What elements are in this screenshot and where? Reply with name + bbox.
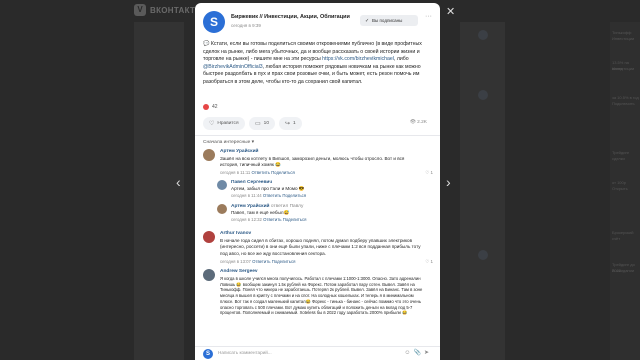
avatar[interactable] (203, 231, 215, 243)
comment-text: Артем, забыл про Гали и Момо 😎 (231, 186, 305, 191)
views-counter: 👁 2.2K (410, 120, 427, 125)
comment-author-name[interactable]: Артем Урайский (231, 204, 269, 209)
share-link[interactable]: Поделиться (272, 259, 296, 264)
reply-link[interactable]: Ответить (263, 217, 281, 222)
post-header: S Биржевик // Инвестиции, Акции, Облигац… (203, 11, 433, 33)
sidebar-ad-icon[interactable] (478, 250, 488, 260)
comment: Arthur Ivanov В начале года сидел в сбит… (203, 231, 433, 267)
comment-author[interactable]: Артем Урайский (220, 149, 258, 154)
sidebar-text: Инвестиции (612, 66, 635, 71)
sidebar-text: сделки (612, 156, 625, 161)
comment-author[interactable]: Артем Урайский ответил Павлу (231, 204, 303, 209)
subscribed-label: Вы подписаны (372, 18, 403, 23)
more-icon[interactable]: ··· (425, 13, 432, 20)
comment-like-count: 1 (430, 170, 433, 175)
comment-time[interactable]: сегодня в 12:32 (231, 217, 262, 222)
comment-time[interactable]: сегодня в 11:44 (231, 193, 262, 198)
reposts-count: 1 (293, 121, 296, 126)
post-text-part: , либо (393, 56, 409, 63)
subscribed-button[interactable]: ✓ Вы подписаны (360, 15, 418, 26)
share-link[interactable]: Поделиться (282, 193, 306, 198)
comments-count: 10 (263, 121, 270, 126)
comment-meta: сегодня в 11:44 Ответить Поделиться (231, 193, 306, 198)
comment-reply: Артем Урайский ответил Павлу Павел, там … (217, 204, 433, 226)
comment-meta: сегодня в 13:07 Ответить Поделиться (220, 259, 295, 264)
comment-author[interactable]: Andrew Sergeev (220, 269, 258, 274)
eye-icon: 👁 (409, 120, 418, 125)
prev-post-icon[interactable]: ‹ (176, 174, 181, 190)
publisher-avatar[interactable]: S (203, 11, 225, 33)
post-link[interactable]: https://vk.com/birzhevikmichael (322, 56, 394, 62)
comment-composer: S Написать комментарий... ☺📎➤ (195, 346, 440, 360)
sidebar-text[interactable]: Подключить (612, 101, 635, 107)
reply-to-label: ответил Павлу (270, 204, 304, 209)
views-count: 2.2K (417, 120, 427, 125)
comments-button[interactable]: ▭ 10 (249, 117, 276, 130)
sidebar-ad-icon[interactable] (478, 90, 488, 100)
sidebar-text: В ожидании (612, 268, 635, 273)
comment-text: Я когда в школе учился многа получилось.… (220, 276, 423, 316)
sidebar-ad-icon[interactable] (478, 30, 488, 40)
sidebar-text: счёт (612, 236, 621, 241)
share-link[interactable]: Поделиться (271, 170, 295, 175)
likes-count: 42 (212, 104, 218, 110)
reply-link[interactable]: Ответить (263, 193, 281, 198)
post-date[interactable]: сегодня в 9:39 (231, 23, 261, 28)
heart-outline-icon: ♡ (209, 121, 215, 127)
comment-author[interactable]: Arthur Ivanov (220, 231, 251, 236)
next-post-icon[interactable]: › (446, 174, 451, 190)
avatar[interactable] (217, 180, 227, 190)
comment-time[interactable]: сегодня в 13:07 (220, 259, 251, 264)
heart-icon (203, 104, 209, 110)
check-icon: ✓ (365, 18, 370, 24)
vk-brand: ВКОНТАКТЕ (150, 5, 201, 15)
sidebar-text[interactable]: Открыть (612, 186, 628, 192)
comment-meta: сегодня в 12:32 Ответить Поделиться (231, 217, 306, 222)
reactions-summary[interactable]: 42 (203, 104, 218, 110)
chevron-down-icon: ▾ (251, 140, 255, 145)
own-avatar[interactable]: S (203, 349, 213, 359)
comment-reply: Павел Сергеевич Артем, забыл про Гали и … (217, 180, 433, 202)
attach-icon[interactable]: 📎 (413, 350, 423, 356)
comment-input[interactable]: Написать комментарий... (218, 350, 272, 355)
comment-author[interactable]: Павел Сергеевич (231, 180, 272, 185)
comment-text: Зашёл на всю котлету в Випшоп, заморозил… (220, 156, 405, 168)
speech-icon: 💬 (203, 41, 211, 47)
post-text: 💬 Кстати, если вы готовы поделиться свои… (203, 41, 431, 90)
like-label: Нравится (217, 121, 239, 126)
comment-meta: сегодня в 11:11 Ответить Поделиться (220, 170, 295, 175)
divider (195, 135, 440, 136)
send-icon[interactable]: ➤ (424, 350, 432, 356)
avatar[interactable] (203, 149, 215, 161)
feed-dimmed-left (134, 22, 184, 360)
share-icon: ↪ (285, 121, 291, 127)
comment-text: Павел, там я ещё небыл😅 (231, 210, 290, 215)
comment-time[interactable]: сегодня в 11:11 (220, 170, 250, 175)
comment-text: В начале года сидел в сбитах, хорошо под… (220, 238, 421, 256)
publisher-name[interactable]: Биржевик // Инвестиции, Акции, Облигации (231, 14, 350, 20)
feed-dimmed-right (460, 22, 505, 360)
comment-like[interactable]: ♡ 1 (425, 259, 433, 265)
sort-label: Сначала интересные (203, 140, 251, 145)
reply-link[interactable]: Ответить (252, 170, 270, 175)
avatar[interactable] (203, 269, 215, 281)
comment-like-count: 1 (430, 259, 433, 264)
reply-link[interactable]: Ответить (252, 259, 270, 264)
share-link[interactable]: Поделиться (283, 217, 307, 222)
comment: Артем Урайский Зашёл на всю котлету в Ви… (203, 149, 433, 179)
comments-sort-dropdown[interactable]: Сначала интересные ▾ (203, 140, 254, 145)
comment-like[interactable]: ♡ 1 (425, 170, 433, 176)
like-button[interactable]: ♡ Нравится (203, 117, 245, 130)
repost-button[interactable]: ↪ 1 (279, 117, 302, 130)
close-icon[interactable]: ✕ (446, 5, 455, 18)
post-mention[interactable]: @BirzhevikAdminOfficial3 (203, 64, 263, 70)
post-modal: S Биржевик // Инвестиции, Акции, Облигац… (195, 3, 440, 360)
vk-logo-icon[interactable]: V (134, 4, 146, 16)
composer-icons: ☺📎➤ (404, 349, 432, 356)
sidebar-text: Инвестиции (612, 36, 635, 41)
post-actions: ♡ Нравится ▭ 10 ↪ 1 👁 2.2K (203, 117, 433, 130)
avatar[interactable] (217, 204, 227, 214)
comment-icon: ▭ (255, 121, 261, 127)
comment: Andrew Sergeev Я когда в школе учился мн… (203, 269, 433, 345)
